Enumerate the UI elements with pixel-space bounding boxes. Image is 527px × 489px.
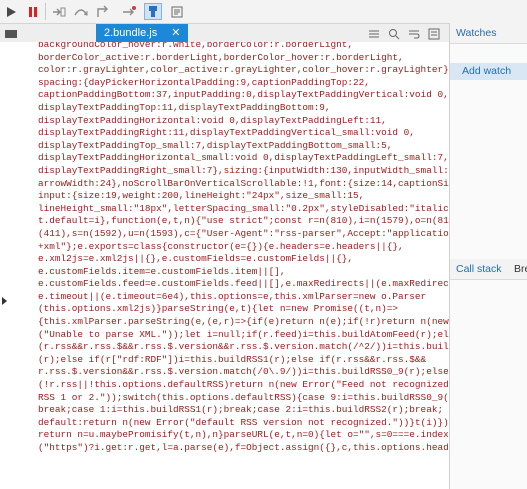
code-line[interactable]: (r.rss&&r.rss.$&&r.rss.$.version&&r.rss.… xyxy=(38,341,449,352)
code-editor[interactable]: backgroundColor_hover:r.white,borderColo… xyxy=(0,42,449,489)
step-over-icon[interactable] xyxy=(72,3,90,20)
code-line[interactable]: {this.xmlParser.parseString(e,(e,r)=>{if… xyxy=(38,316,449,327)
code-line[interactable]: e.customFields.feed=e.customFields.feed|… xyxy=(38,278,449,289)
toolbar-separator xyxy=(45,3,46,20)
code-line[interactable]: e.customFields.item=e.customFields.item|… xyxy=(38,266,286,277)
tab-bundle-js[interactable]: 2.bundle.js ✕ xyxy=(96,24,189,42)
close-icon[interactable]: ✕ xyxy=(171,27,180,39)
breakpoint-toggle-icon[interactable] xyxy=(144,3,162,20)
code-line[interactable]: (r);else if(r["rdf:RDF"])i=this.buildRSS… xyxy=(38,354,426,365)
step-into-icon[interactable] xyxy=(50,3,68,20)
code-line[interactable]: ("https")?i.get:r.get,l=a.parse(e),f=Obj… xyxy=(38,442,449,453)
watches-title: Watches xyxy=(456,27,497,39)
call-stack-header[interactable]: Call stack Bre xyxy=(450,259,527,280)
code-line[interactable]: displayTextPaddingRight_small:7},sizing:… xyxy=(38,165,449,176)
breakpoints-tab[interactable]: Bre xyxy=(514,259,527,279)
code-line[interactable]: t.default=i},function(e,t,n){"use strict… xyxy=(38,215,449,226)
code-line[interactable]: displayTextPaddingHorizontal:void 0,disp… xyxy=(38,115,387,126)
code-line[interactable]: displayTextPaddingHorizontal_small:void … xyxy=(38,152,449,163)
code-line[interactable]: RSS 1 or 2."));switch(this.options.defau… xyxy=(38,392,449,403)
tab-label: 2.bundle.js xyxy=(104,27,158,39)
code-text[interactable]: backgroundColor_hover:r.white,borderColo… xyxy=(38,42,449,455)
pretty-print-icon[interactable] xyxy=(168,3,186,20)
watches-header[interactable]: Watches xyxy=(450,23,527,44)
code-line[interactable]: captionPaddingBottom:37,inputPadding:0,d… xyxy=(38,89,449,100)
exception-settings-icon[interactable] xyxy=(120,3,138,20)
code-line[interactable]: lineHeight_small:"18px",letterSpacing_sm… xyxy=(38,203,449,214)
find-icon[interactable] xyxy=(385,25,403,42)
continue-icon[interactable] xyxy=(2,3,20,20)
debug-side-panel: Watches Add watch Call stack Bre xyxy=(449,23,527,489)
code-line[interactable]: arrowWidth:24},noScrollBarOnVerticalScro… xyxy=(38,178,449,189)
source-map-icon[interactable] xyxy=(425,25,443,42)
code-line[interactable]: (411),s=n(1592),u=n(1593),c={"User-Agent… xyxy=(38,228,449,239)
add-watch-button[interactable]: Add watch xyxy=(450,63,527,80)
code-line[interactable]: (!r.rss||!this.options.defaultRSS)return… xyxy=(38,379,449,390)
code-line[interactable]: break;case 1:i=this.buildRSS1(r);break;c… xyxy=(38,404,443,415)
current-line-marker-icon xyxy=(2,297,7,305)
format-icon[interactable] xyxy=(365,25,383,42)
code-line[interactable]: e.timeout||(e.timeout=6e4),this.options=… xyxy=(38,291,426,302)
code-line[interactable]: default:return n(new Error("default RSS … xyxy=(38,417,449,428)
code-line[interactable]: spacing:{dayPickerHorizontalPadding:9,ca… xyxy=(38,77,370,88)
code-line[interactable]: color:r.grayLighter,color_active:r.grayL… xyxy=(38,64,449,75)
code-line[interactable]: borderColor_active:r.borderLight,borderC… xyxy=(38,52,404,63)
code-line[interactable]: ("Unable to parse XML."));let i=null;if(… xyxy=(38,329,449,340)
break-icon[interactable] xyxy=(24,3,42,20)
code-line[interactable]: backgroundColor_hover:r.white,borderColo… xyxy=(38,42,353,50)
add-watch-label: Add watch xyxy=(462,65,512,77)
wordwrap-icon[interactable] xyxy=(405,25,423,42)
code-line[interactable]: displayTextPaddingTop_small:7,displayTex… xyxy=(38,140,392,151)
file-list-icon[interactable] xyxy=(2,25,20,42)
code-line[interactable]: r.rss.$.version&&r.rss.$.version.match(/… xyxy=(38,366,449,377)
code-line[interactable]: return n=u.maybePromisify(t,n),n}parseUR… xyxy=(38,429,449,440)
code-line[interactable]: +xml"};e.exports=class{constructor(e={})… xyxy=(38,241,404,252)
step-out-icon[interactable] xyxy=(94,3,112,20)
code-line[interactable]: (this.options.xml2js)}parseString(e,t){l… xyxy=(38,303,398,314)
code-line[interactable]: input:{size:19,weight:200,lineHeight:"24… xyxy=(38,190,364,201)
editor-tab-row: 2.bundle.js ✕ xyxy=(0,24,449,43)
code-line[interactable]: e.xml2js=e.xml2js||{},e.customFields=e.c… xyxy=(38,253,353,264)
code-line[interactable]: displayTextPaddingRight:11,displayTextPa… xyxy=(38,127,415,138)
code-line[interactable]: displayTextPaddingTop:11,displayTextPadd… xyxy=(38,102,331,113)
call-stack-title: Call stack xyxy=(456,263,502,275)
debugger-toolbar xyxy=(0,0,527,24)
